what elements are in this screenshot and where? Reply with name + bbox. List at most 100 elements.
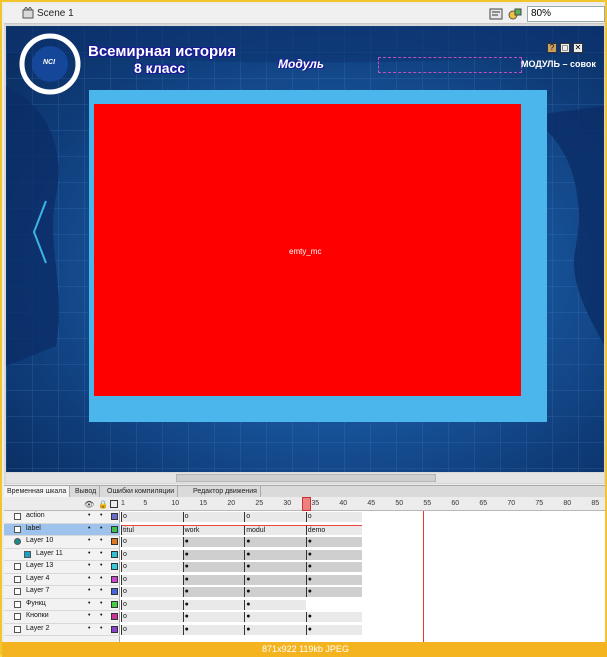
frame-row[interactable]: o ● ● ● — [121, 611, 605, 624]
layer-row[interactable]: Layer 7 • • — [4, 586, 120, 599]
outline-color-swatch[interactable] — [111, 513, 118, 520]
outline-color-swatch[interactable] — [111, 575, 118, 583]
layer-row[interactable]: Функц • • — [4, 599, 120, 611]
keyframe-span[interactable]: ● — [182, 612, 245, 622]
frame-row[interactable]: titul work modul demo — [121, 524, 605, 537]
keyframe-span[interactable]: work — [182, 524, 245, 535]
maximize-button[interactable]: ◻ — [560, 43, 570, 53]
layer-row[interactable]: action • • — [4, 511, 120, 524]
keyframe-span[interactable]: ● — [244, 562, 306, 572]
lock-toggle[interactable]: • — [100, 537, 102, 544]
visibility-toggle[interactable]: • — [88, 537, 90, 544]
playhead-handle[interactable] — [302, 497, 311, 511]
edit-scene-icon[interactable] — [508, 7, 522, 21]
layer-row[interactable]: Layer 13 • • — [4, 561, 120, 574]
keyframe-span[interactable]: ● — [305, 587, 362, 597]
lock-toggle[interactable]: • — [100, 600, 102, 607]
frame-row[interactable]: o ● ● ● — [121, 561, 605, 574]
keyframe-span[interactable]: ● — [305, 549, 362, 560]
visibility-toggle[interactable]: • — [88, 587, 90, 594]
frame-row[interactable]: o ● ● ● — [121, 624, 605, 637]
scene-name[interactable]: Scene 1 — [37, 8, 74, 19]
outline-color-swatch[interactable] — [111, 525, 118, 533]
keyframe-span[interactable]: ● — [244, 599, 306, 610]
lock-toggle[interactable]: • — [100, 525, 102, 532]
frame-row[interactable]: oooo — [121, 511, 605, 524]
keyframe-span[interactable]: ● — [182, 624, 245, 635]
zoom-select[interactable]: 80% — [527, 6, 605, 22]
keyframe-span[interactable]: ● — [182, 549, 245, 560]
lock-toggle[interactable]: • — [100, 587, 102, 594]
keyframe-span[interactable]: o — [121, 537, 183, 547]
layer-row[interactable]: Layer 10 • • — [4, 536, 120, 549]
stage-canvas[interactable]: NCI Всемирная история 8 класс Модуль МОД… — [6, 26, 604, 472]
outline-icon[interactable] — [110, 500, 118, 508]
lock-icon[interactable]: 🔒 — [98, 500, 108, 509]
visibility-toggle[interactable]: • — [88, 525, 90, 532]
frame-row[interactable]: o ● ● ● — [121, 574, 605, 587]
keyframe-span[interactable]: o — [121, 612, 183, 622]
keyframe-span[interactable]: titul — [121, 524, 183, 535]
keyframe-span[interactable]: modul — [244, 524, 306, 535]
frame-grid[interactable]: o o o o titul work modul demo o ● ● ● o ● ● ● o ● ● ● o ● ● ● o ●… — [121, 511, 605, 642]
layer-row[interactable]: label • • — [4, 523, 120, 536]
close-button[interactable]: ✕ — [573, 43, 583, 53]
module-text-field[interactable] — [378, 57, 522, 73]
frame-row[interactable]: o ● ● ● — [121, 586, 605, 599]
layer-row[interactable]: Кнопки • • — [4, 611, 120, 624]
visibility-toggle[interactable]: • — [88, 625, 90, 632]
frame-row[interactable]: o ● ● — [121, 599, 605, 612]
outline-color-swatch[interactable] — [111, 613, 118, 620]
keyframe-span[interactable]: o — [121, 624, 183, 635]
lock-toggle[interactable]: • — [100, 562, 102, 569]
keyframe-span[interactable]: o — [121, 587, 183, 597]
keyframe-span[interactable]: ● — [305, 574, 362, 585]
keyframe-span[interactable]: ● — [182, 562, 245, 572]
frame-row[interactable]: o ● ● ● — [121, 549, 605, 562]
keyframe-span[interactable]: ● — [182, 574, 245, 585]
keyframe-span[interactable]: ● — [244, 549, 306, 560]
keyframe-span[interactable]: demo — [305, 524, 362, 535]
keyframe-span[interactable]: ● — [305, 537, 362, 547]
keyframe-span[interactable]: ● — [305, 612, 362, 622]
layer-row[interactable]: Layer 11 • • — [4, 549, 120, 561]
help-button[interactable]: ? — [547, 43, 557, 53]
keyframe-span[interactable]: o — [121, 512, 183, 522]
keyframe-span[interactable]: ● — [305, 624, 362, 635]
keyframe-span[interactable]: ● — [244, 624, 306, 635]
visibility-toggle[interactable]: • — [88, 550, 90, 557]
keyframe-span[interactable]: ● — [244, 574, 306, 585]
eye-icon[interactable]: 👁 — [84, 500, 94, 509]
keyframe-span[interactable]: ● — [182, 537, 245, 547]
keyframe-span[interactable]: ● — [244, 587, 306, 597]
visibility-toggle[interactable]: • — [88, 612, 90, 619]
outline-color-swatch[interactable] — [111, 588, 118, 595]
visibility-toggle[interactable]: • — [88, 562, 90, 569]
outline-color-swatch[interactable] — [111, 538, 118, 545]
outline-color-swatch[interactable] — [111, 563, 118, 570]
keyframe-span[interactable]: o — [244, 512, 306, 522]
frame-row[interactable]: o ● ● ● — [121, 536, 605, 549]
lock-toggle[interactable]: • — [100, 575, 102, 582]
keyframe-span[interactable]: o — [305, 512, 362, 522]
keyframe-span[interactable]: ● — [305, 562, 362, 572]
layer-row[interactable]: Layer 4 • • — [4, 574, 120, 586]
visibility-toggle[interactable]: • — [88, 600, 90, 607]
lock-toggle[interactable]: • — [100, 512, 102, 519]
visibility-toggle[interactable]: • — [88, 575, 90, 582]
outline-color-swatch[interactable] — [111, 600, 118, 608]
lock-toggle[interactable]: • — [100, 612, 102, 619]
keyframe-span[interactable]: o — [121, 562, 183, 572]
layer-row[interactable]: Layer 2 • • — [4, 624, 120, 636]
outline-color-swatch[interactable] — [111, 550, 118, 558]
keyframe-span[interactable]: ● — [244, 537, 306, 547]
keyframe-span[interactable]: ● — [244, 612, 306, 622]
horizontal-scrollbar[interactable] — [6, 473, 604, 483]
keyframe-span[interactable]: ● — [182, 599, 245, 610]
keyframe-span[interactable]: o — [121, 549, 183, 560]
edit-symbols-icon[interactable] — [489, 7, 503, 21]
visibility-toggle[interactable]: • — [88, 512, 90, 519]
lock-toggle[interactable]: • — [100, 550, 102, 557]
keyframe-span[interactable]: o — [121, 574, 183, 585]
keyframe-span[interactable]: o — [182, 512, 245, 522]
